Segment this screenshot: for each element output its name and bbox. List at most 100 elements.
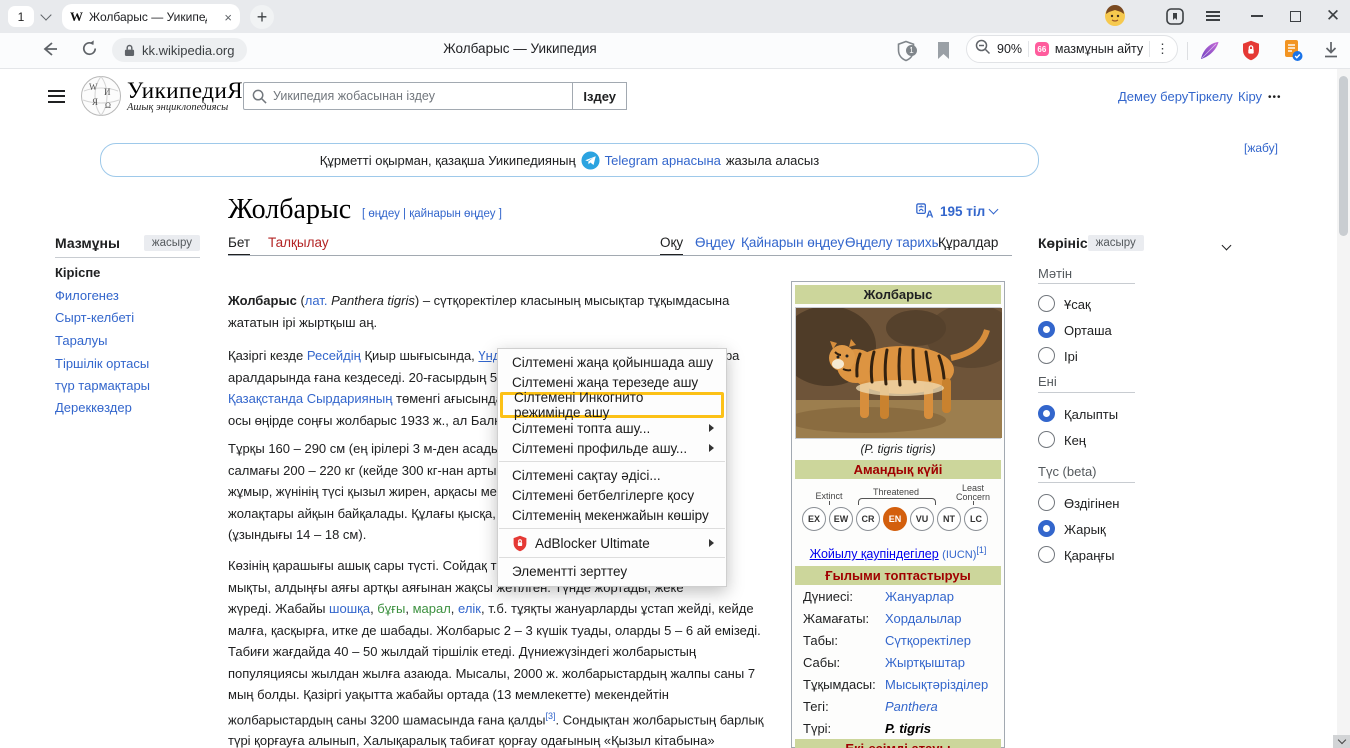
inline-link[interactable]: Ресейдің — [307, 348, 361, 363]
tab-panel-button[interactable] — [1158, 0, 1192, 32]
browser-menu-button[interactable] — [1196, 0, 1230, 32]
radio-color-dark[interactable] — [1038, 546, 1055, 563]
wiki-menu-button[interactable] — [48, 86, 65, 106]
document-extension-button[interactable] — [1282, 39, 1304, 67]
inline-link[interactable]: [3] — [545, 711, 555, 721]
search-input[interactable] — [267, 89, 572, 103]
inline-link[interactable]: шошқа — [329, 601, 370, 616]
login-link[interactable]: Кіру — [1238, 89, 1262, 104]
scrollbar-thumb[interactable] — [1339, 76, 1348, 236]
radio-label-width-standard[interactable]: Қалыпты — [1064, 407, 1118, 422]
browser-tab[interactable]: W Жолбарыс — Уикипеди × — [62, 4, 240, 30]
menu-copy-link-address[interactable]: Сілтеменің мекенжайын көшіру — [498, 505, 726, 525]
banner-close-link[interactable]: [жабу] — [1244, 141, 1278, 155]
inline-link[interactable]: лат. — [305, 293, 328, 308]
donate-link[interactable]: Демеу беру — [1118, 89, 1188, 104]
wiki-wordmark[interactable]: УикипедиЯ Ашық энциклопедиясы — [127, 78, 243, 113]
tab-history[interactable]: Өңделу тарихы — [845, 235, 941, 250]
language-selector[interactable]: A 195 тіл — [916, 203, 997, 219]
radio-color-auto[interactable] — [1038, 494, 1055, 511]
radio-label-standard[interactable]: Орташа — [1064, 323, 1112, 338]
tab-counter-badge[interactable]: 1 — [8, 6, 34, 27]
status-ref[interactable]: [1] — [976, 545, 986, 555]
tab-edit-source[interactable]: Қайнарын өңдеу — [741, 235, 844, 250]
tab-tools[interactable]: Құралдар — [938, 235, 998, 250]
radio-width-standard[interactable] — [1038, 405, 1055, 422]
toc-item-distribution[interactable]: Таралуы — [55, 333, 107, 348]
radio-label-color-auto[interactable]: Өздігінен — [1064, 496, 1119, 511]
radio-label-color-dark[interactable]: Қараңғы — [1064, 548, 1115, 563]
toc-item-habitat[interactable]: Тіршілік ортасы — [55, 356, 149, 371]
family-link[interactable]: Мысықтәрізділер — [885, 677, 988, 692]
bookmark-button[interactable] — [936, 41, 951, 65]
menu-add-bookmark[interactable]: Сілтемені бетбелгілерге қосу — [498, 485, 726, 505]
radio-text-large[interactable] — [1038, 347, 1055, 364]
zoom-level[interactable]: 90% — [997, 42, 1022, 56]
genus-link[interactable]: Panthera — [885, 699, 938, 714]
scrollbar-down-button[interactable] — [1333, 735, 1350, 748]
class-link[interactable]: Сүтқоректілер — [885, 633, 971, 648]
radio-label-small[interactable]: Ұсақ — [1064, 297, 1091, 312]
tab-talk[interactable]: Талқылау — [268, 235, 329, 250]
tab-read[interactable]: Оқу — [660, 235, 683, 255]
inline-link[interactable]: Қазақстанда — [228, 391, 303, 406]
toc-item-references[interactable]: Дереккөздер — [55, 400, 132, 415]
downloads-button[interactable] — [1322, 41, 1340, 65]
tab-page[interactable]: Бет — [228, 235, 250, 255]
toc-item-subspecies[interactable]: түр тармақтары — [55, 378, 150, 393]
appearance-hide-button[interactable]: жасыру — [1088, 235, 1144, 251]
address-bar[interactable]: kk.wikipedia.org — [112, 38, 247, 62]
close-window-button[interactable]: ✕ — [1316, 0, 1350, 32]
minimize-button[interactable] — [1240, 0, 1274, 32]
radio-label-large[interactable]: Ірі — [1064, 349, 1078, 364]
kingdom-link[interactable]: Жануарлар — [885, 589, 954, 604]
iucn-suffix[interactable]: (IUCN) — [942, 549, 976, 561]
inline-link[interactable]: елік — [458, 601, 481, 616]
menu-adblocker-ultimate[interactable]: AdBlocker Ultimate — [498, 532, 726, 554]
radio-label-color-light[interactable]: Жарық — [1064, 522, 1106, 537]
zoom-out-button[interactable] — [975, 39, 991, 60]
telegram-channel-link[interactable]: Telegram арнасына — [605, 153, 721, 168]
toc-item-intro[interactable]: Кіріспе — [55, 265, 100, 280]
new-tab-button[interactable]: + — [250, 5, 274, 29]
iucn-vu[interactable]: VU — [910, 507, 934, 531]
toc-hide-button[interactable]: жасыру — [144, 235, 200, 251]
radio-width-wide[interactable] — [1038, 431, 1055, 448]
header-more-icon[interactable]: ••• — [1268, 92, 1282, 103]
restore-button[interactable] — [1278, 0, 1312, 32]
back-button[interactable] — [40, 39, 60, 64]
toc-item-phylogeny[interactable]: Филогенез — [55, 288, 119, 303]
reload-button[interactable] — [80, 39, 99, 63]
iucn-lc[interactable]: LC — [964, 507, 988, 531]
title-edit-links[interactable]: [ өңдеу | қайнарын өңдеу ] — [362, 208, 502, 220]
inline-link[interactable]: бұғы — [377, 601, 405, 616]
iucn-ew[interactable]: EW — [829, 507, 853, 531]
menu-open-new-tab[interactable]: Сілтемені жаңа қойыншада ашу — [498, 352, 726, 372]
tab-list-chevron-icon[interactable] — [40, 9, 51, 20]
tiger-photo[interactable] — [795, 307, 1001, 439]
phylum-link[interactable]: Хордалылар — [885, 611, 961, 626]
search-button[interactable]: Іздеу — [572, 82, 627, 110]
radio-color-light[interactable] — [1038, 520, 1055, 537]
register-link[interactable]: Тіркелу — [1188, 89, 1233, 104]
iucn-en-active[interactable]: EN — [883, 507, 907, 531]
more-options-icon[interactable]: ⋮ — [1156, 41, 1169, 57]
iucn-cr[interactable]: CR — [856, 507, 880, 531]
iucn-nt[interactable]: NT — [937, 507, 961, 531]
radio-text-standard[interactable] — [1038, 321, 1055, 338]
tab-edit[interactable]: Өңдеу — [695, 235, 735, 250]
menu-open-incognito[interactable]: Сілтемені Инкогнито режимінде ашу — [500, 392, 724, 418]
radio-label-width-wide[interactable]: Кең — [1064, 433, 1086, 448]
profile-avatar[interactable] — [1098, 0, 1132, 32]
menu-open-in-group[interactable]: Сілтемені топта ашу... — [498, 418, 726, 438]
menu-inspect-element[interactable]: Элементті зерттеу — [498, 561, 726, 581]
menu-open-new-window[interactable]: Сілтемені жаңа терезеде ашу — [498, 372, 726, 392]
read-aloud-button[interactable]: мазмұнын айту — [1055, 42, 1143, 56]
yandex-extension-button[interactable] — [1199, 40, 1220, 66]
tab-close-icon[interactable]: × — [224, 11, 232, 24]
menu-open-in-profile[interactable]: Сілтемені профильде ашу... — [498, 438, 726, 458]
order-link[interactable]: Жыртқыштар — [885, 655, 965, 670]
wikipedia-globe-logo[interactable]: W И Я Ω — [80, 75, 122, 122]
toc-item-appearance[interactable]: Сырт-келбеті — [55, 310, 134, 325]
endangered-link[interactable]: Жойылу қаупіндегілер — [810, 547, 939, 561]
